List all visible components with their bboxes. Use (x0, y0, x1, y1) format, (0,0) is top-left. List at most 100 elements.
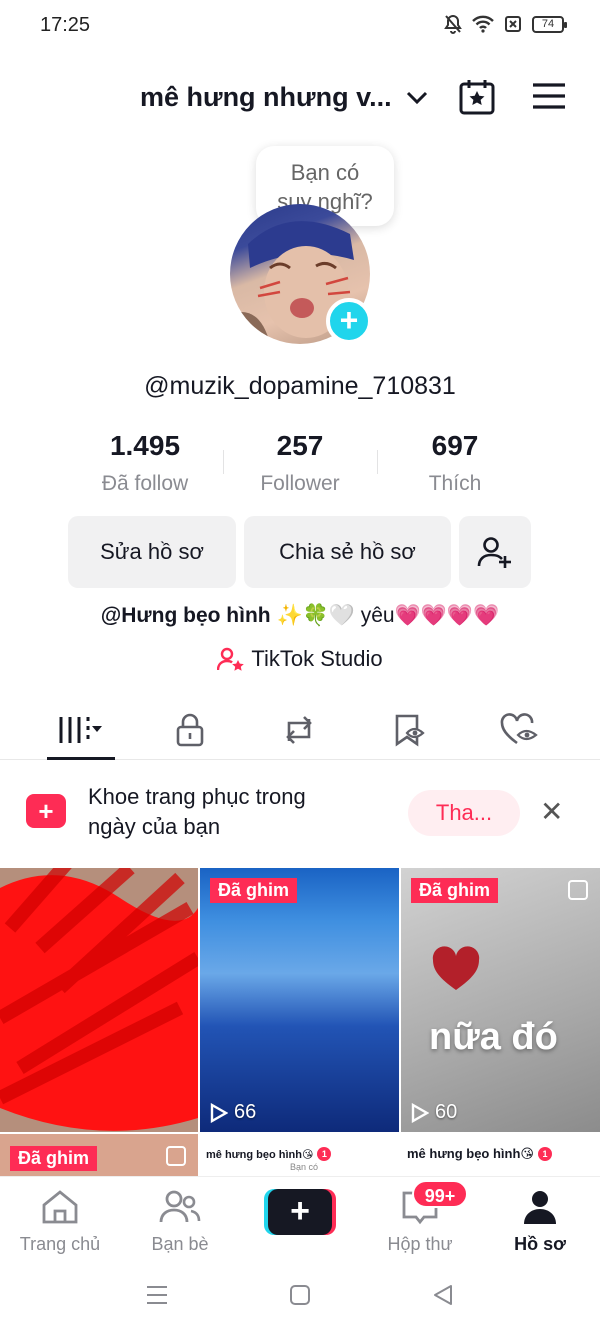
overlay-caption: nữa đó (429, 1016, 558, 1058)
mini-header-text: mê hưng bẹo hình😘 (206, 1148, 314, 1161)
share-profile-button[interactable]: Chia sẻ hồ sơ (244, 516, 451, 588)
profile-header: mê hưng nhưng v... (0, 70, 600, 126)
promo-line-2: ngày của bạn (88, 814, 221, 839)
stat-likes-value: 697 (431, 430, 479, 461)
profile-bio: @Hưng bẹo hình ✨🍀🤍 yêu💗💗💗💗 (0, 604, 600, 628)
stat-divider (223, 450, 224, 474)
photo-carousel-icon (568, 880, 588, 900)
pinned-badge: Đã ghim (411, 878, 499, 903)
tab-liked[interactable] (484, 706, 554, 754)
view-count-value: 66 (234, 1101, 257, 1123)
friends-icon (159, 1190, 201, 1223)
nav-inbox-label: Hộp thư (387, 1234, 453, 1254)
bio-emojis: ✨🍀🤍 (276, 604, 355, 627)
add-user-icon (477, 537, 511, 568)
calendar-star-icon[interactable] (458, 78, 496, 116)
chevron-down-icon (406, 91, 427, 104)
content-tabs (0, 700, 600, 760)
tiktok-studio-link[interactable]: TikTok Studio (0, 646, 600, 672)
mini-badge: 1 (317, 1147, 332, 1161)
home-button-icon[interactable] (289, 1284, 311, 1306)
bio-name: @Hưng bẹo hình (100, 604, 271, 627)
promo-line-1: Khoe trang phục trong (88, 784, 306, 809)
account-switcher[interactable]: mê hưng nhưng v... (140, 82, 428, 113)
grid-icon (59, 717, 102, 743)
username: @muzik_dopamine_710831 (144, 372, 456, 400)
promo-plus-icon: + (26, 794, 66, 828)
stat-followers[interactable]: 257 Follower (225, 430, 375, 496)
add-story-button[interactable]: + (326, 298, 372, 344)
tab-private[interactable] (155, 706, 225, 754)
bio-hearts: 💗💗💗💗 (394, 604, 500, 627)
menu-icon[interactable] (532, 82, 566, 110)
lock-icon (176, 713, 204, 747)
home-icon (42, 1190, 78, 1224)
add-friend-button[interactable] (459, 516, 531, 588)
video-thumbnail[interactable]: Đã ghim (0, 1134, 198, 1176)
plus-icon: + (268, 1189, 332, 1235)
bubble-line-1: Bạn có (290, 160, 360, 185)
video-thumbnail[interactable]: Đã ghim 66 (200, 868, 399, 1132)
battery-icon: 74 (532, 15, 567, 33)
nav-home-label: Trang chủ (19, 1234, 101, 1254)
stat-following-value: 1.495 (109, 430, 181, 461)
promo-action-button[interactable]: Tha... (408, 790, 520, 836)
nav-home[interactable]: Trang chủ (10, 1189, 110, 1255)
stat-following-label: Đã follow (101, 472, 189, 495)
pinned-badge: Đã ghim (10, 1146, 98, 1171)
stat-following[interactable]: 1.495 Đã follow (70, 430, 220, 496)
view-count-value: 60 (435, 1101, 458, 1123)
sim-icon (505, 16, 521, 32)
creator-star-icon (217, 647, 245, 671)
inbox-badge: 99+ (412, 1180, 468, 1208)
stat-likes-label: Thích (428, 472, 482, 495)
view-count: 66 (210, 1101, 256, 1124)
bookmark-hidden-icon (395, 714, 425, 747)
stat-divider (377, 450, 378, 474)
mini-header-text: mê hưng bẹo hình😘 (407, 1146, 534, 1161)
nav-profile-label: Hồ sơ (514, 1234, 566, 1254)
stat-followers-label: Follower (260, 472, 340, 495)
heart-sticker (432, 946, 480, 990)
scribbled-thumbnail (0, 868, 198, 1132)
video-thumbnail[interactable]: mê hưng bẹo hình😘 1 (401, 1134, 600, 1176)
profile-stats: 1.495 Đã follow 257 Follower 697 Thích (0, 430, 600, 500)
mini-bubble-text: Bạn có (290, 1162, 319, 1172)
pinned-badge: Đã ghim (210, 878, 298, 903)
stat-likes[interactable]: 697 Thích (380, 430, 530, 496)
nav-profile[interactable]: Hồ sơ (490, 1189, 590, 1255)
stat-followers-value: 257 (276, 430, 324, 461)
video-thumbnail[interactable] (0, 868, 198, 1132)
close-icon[interactable]: ✕ (540, 798, 563, 826)
system-navigation (0, 1264, 600, 1333)
tab-reposts[interactable] (264, 706, 334, 754)
status-icons: 74 (444, 14, 567, 34)
tab-saved[interactable] (374, 706, 444, 754)
promo-text: Khoe trang phục trong ngày của bạn (88, 782, 306, 842)
profile-name: mê hưng nhưng v... (140, 82, 392, 112)
play-icon (411, 1102, 429, 1123)
heart-hidden-icon (500, 713, 538, 745)
view-count: 60 (411, 1101, 457, 1124)
tab-videos[interactable] (46, 706, 116, 754)
video-thumbnail[interactable]: Đã ghim nữa đó 60 (401, 868, 600, 1132)
bottom-navigation: Trang chủ Bạn bè + Hộp thư Hồ sơ (0, 1176, 600, 1264)
create-button[interactable]: + (264, 1189, 336, 1235)
bio-word: yêu (360, 604, 395, 627)
status-bar: 17:25 74 (0, 0, 600, 52)
outfit-promo-banner: + Khoe trang phục trong ngày của bạn Tha… (0, 760, 600, 868)
status-time: 17:25 (40, 14, 91, 36)
tiktok-studio-label: TikTok Studio (251, 646, 383, 671)
mini-profile-header: mê hưng bẹo hình😘 1 (401, 1134, 600, 1174)
recent-apps-icon[interactable] (146, 1284, 168, 1306)
profile-icon (524, 1191, 556, 1224)
video-thumbnail[interactable]: mê hưng bẹo hình😘 1 Bạn có (200, 1134, 399, 1176)
edit-profile-button[interactable]: Sửa hồ sơ (68, 516, 236, 588)
nav-friends[interactable]: Bạn bè (130, 1189, 230, 1255)
play-icon (210, 1102, 228, 1123)
mini-badge: 1 (537, 1147, 552, 1161)
nav-friends-label: Bạn bè (151, 1234, 209, 1254)
wifi-icon (472, 15, 494, 33)
notifications-off-icon (444, 14, 462, 34)
back-icon[interactable] (432, 1284, 454, 1306)
